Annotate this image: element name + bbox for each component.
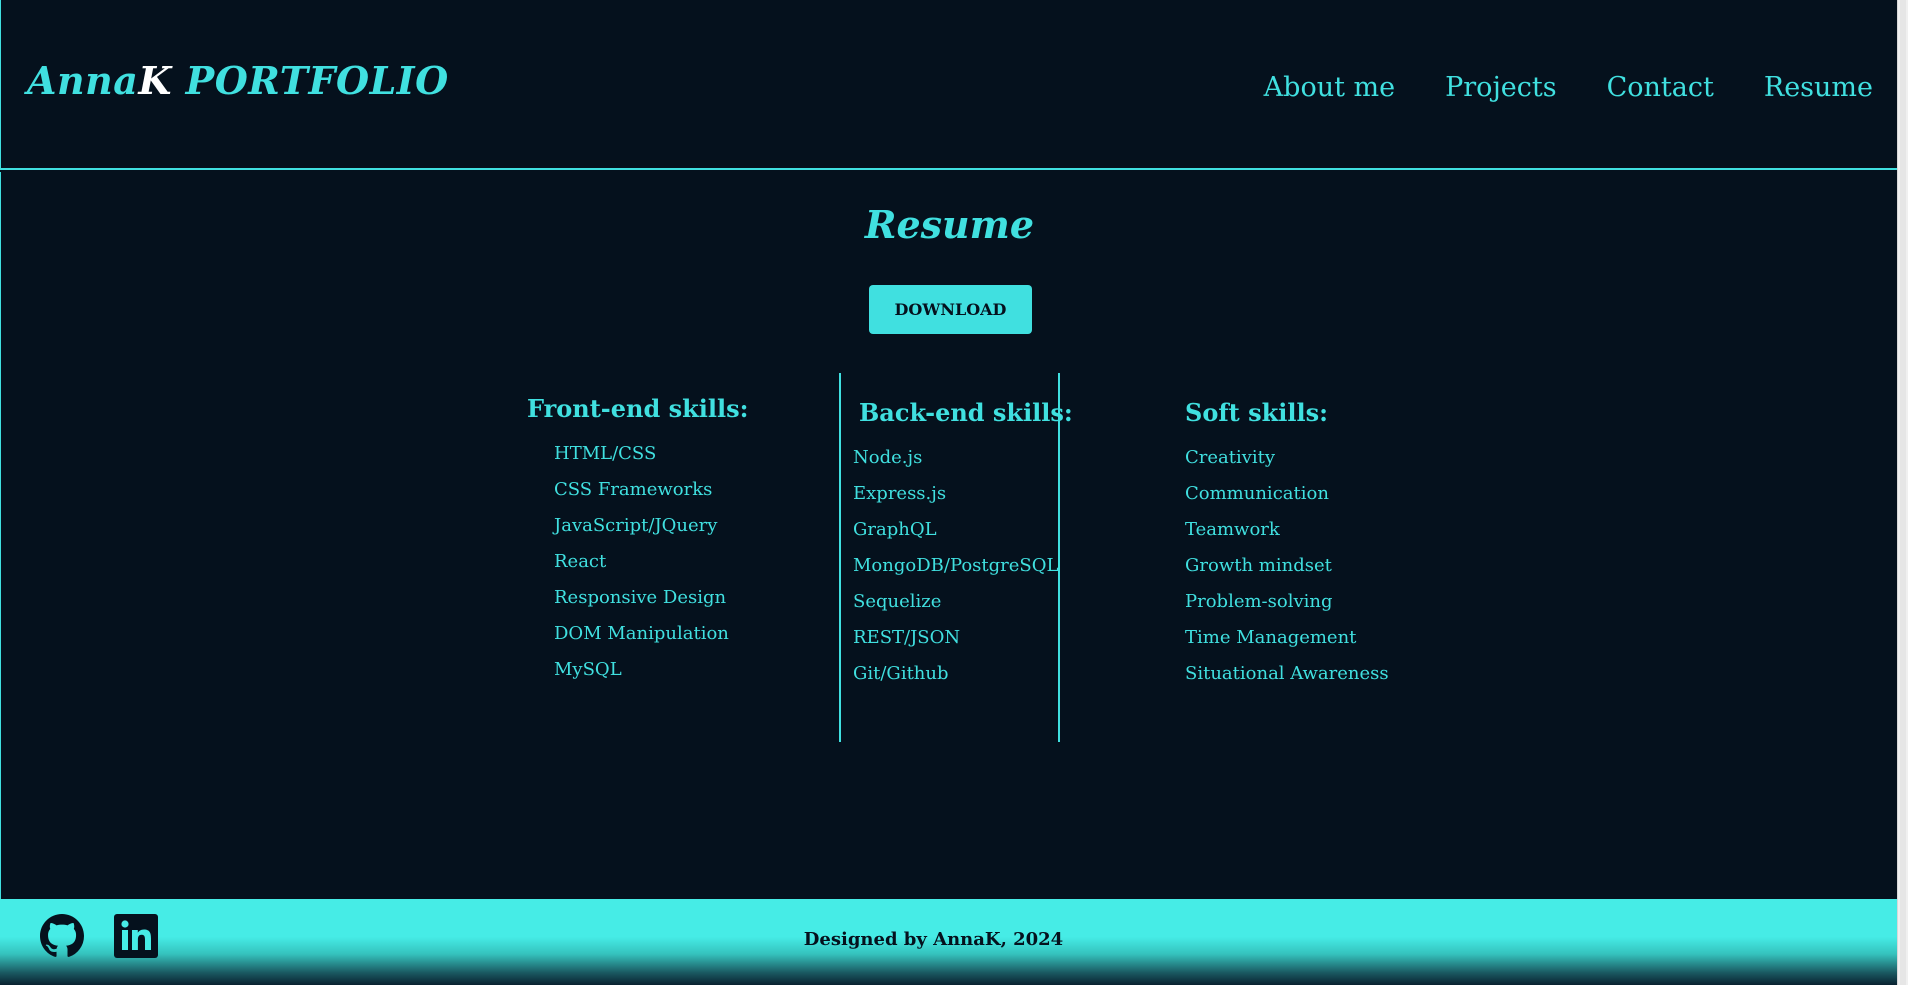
front-end-list: HTML/CSS CSS Frameworks JavaScript/JQuer…	[554, 436, 729, 688]
page: AnnaK PORTFOLIO About me Projects Contac…	[0, 0, 1908, 985]
list-item: HTML/CSS	[554, 443, 657, 464]
column-divider	[839, 373, 841, 742]
resume-section: Resume DOWNLOAD Front-end skills: HTML/C…	[0, 172, 1897, 899]
logo-suffix: PORTFOLIO	[171, 58, 449, 103]
back-end-heading: Back-end skills:	[859, 398, 1073, 427]
back-end-skills-column: Back-end skills: Node.js Express.js Grap…	[853, 398, 1073, 684]
page-title: Resume	[864, 202, 1035, 247]
list-item: Express.js	[853, 483, 947, 504]
main-nav: About me Projects Contact Resume	[1264, 72, 1873, 103]
site-logo[interactable]: AnnaK PORTFOLIO	[27, 58, 449, 103]
logo-prefix: Anna	[27, 58, 139, 103]
list-item: MongoDB/PostgreSQL	[853, 555, 1059, 576]
nav-resume[interactable]: Resume	[1764, 72, 1873, 103]
site-header: AnnaK PORTFOLIO About me Projects Contac…	[0, 0, 1897, 170]
nav-about-me[interactable]: About me	[1264, 72, 1395, 103]
list-item: JavaScript/JQuery	[554, 515, 718, 536]
list-item: CSS Frameworks	[554, 479, 713, 500]
front-end-skills-column: Front-end skills: HTML/CSS CSS Framework…	[527, 394, 749, 680]
list-item: MySQL	[554, 659, 622, 680]
list-item: Communication	[1185, 483, 1329, 504]
list-item: Time Management	[1185, 627, 1357, 648]
list-item: Situational Awareness	[1185, 663, 1389, 684]
download-button[interactable]: DOWNLOAD	[869, 285, 1032, 334]
footer-credit: Designed by AnnaK, 2024	[803, 929, 1064, 950]
list-item: GraphQL	[853, 519, 937, 540]
list-item: REST/JSON	[853, 627, 961, 648]
page-scrollbar[interactable]	[1897, 0, 1908, 985]
soft-skills-list: Creativity Communication Teamwork Growth…	[1185, 440, 1389, 692]
list-item: Responsive Design	[554, 587, 727, 608]
list-item: React	[554, 551, 607, 572]
list-item: Teamwork	[1185, 519, 1280, 540]
nav-projects[interactable]: Projects	[1445, 72, 1557, 103]
soft-skills-heading: Soft skills:	[1185, 398, 1328, 427]
list-item: Git/Github	[853, 663, 949, 684]
soft-skills-column: Soft skills: Creativity Communication Te…	[1185, 398, 1389, 684]
list-item: Creativity	[1185, 447, 1276, 468]
list-item: DOM Manipulation	[554, 623, 729, 644]
site-footer: Designed by AnnaK, 2024	[0, 899, 1897, 985]
front-end-heading: Front-end skills:	[527, 394, 749, 423]
list-item: Sequelize	[853, 591, 942, 612]
back-end-list: Node.js Express.js GraphQL MongoDB/Postg…	[853, 440, 1058, 692]
list-item: Node.js	[853, 447, 923, 468]
column-divider	[1058, 373, 1060, 742]
list-item: Growth mindset	[1185, 555, 1332, 576]
logo-k: K	[138, 58, 172, 103]
scrollbar-thumb[interactable]	[1900, 0, 1906, 985]
list-item: Problem-solving	[1185, 591, 1333, 612]
nav-contact[interactable]: Contact	[1607, 72, 1714, 103]
